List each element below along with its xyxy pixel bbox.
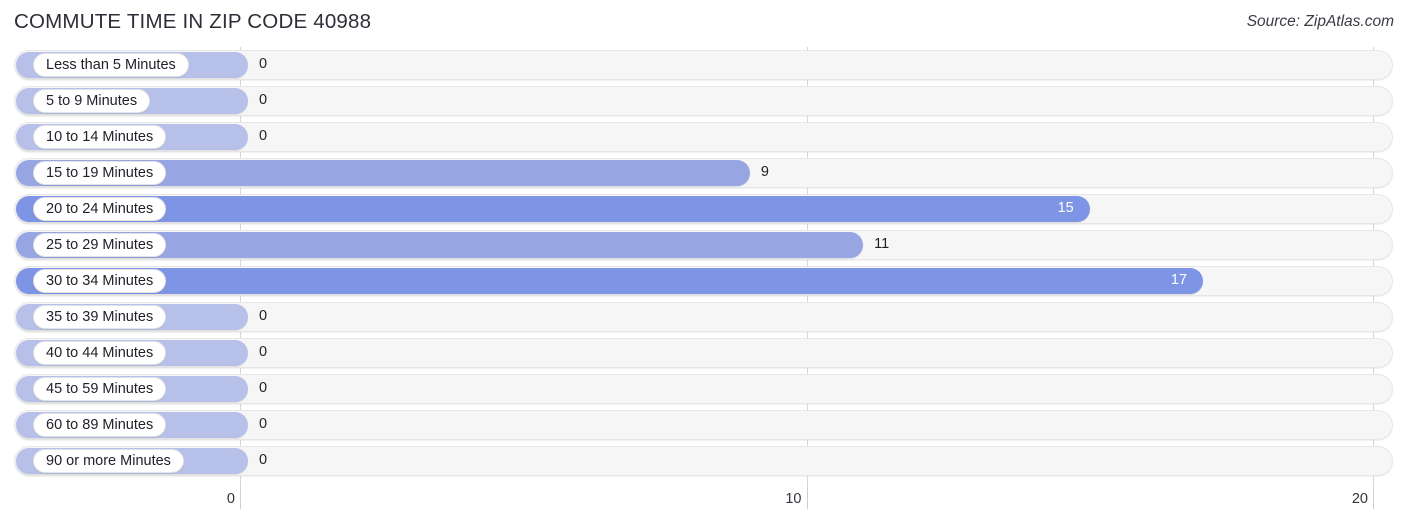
x-axis: 0 10 20 [0,487,1406,523]
category-label: 10 to 14 Minutes [46,128,154,145]
chart-row[interactable]: 15 to 19 Minutes 9 [0,155,1406,191]
category-label: 40 to 44 Minutes [46,344,154,361]
chart-row[interactable]: 60 to 89 Minutes 0 [0,407,1406,443]
category-label-pill: 35 to 39 Minutes [33,305,167,329]
bar-value-label: 0 [259,128,268,144]
x-tick-mark [240,487,241,509]
bar-value-label: 0 [259,380,268,396]
x-tick-label: 0 [226,491,235,507]
bar-value-label: 9 [760,164,769,180]
x-tick-mark [806,487,808,509]
chart-row[interactable]: 20 to 24 Minutes 15 [0,191,1406,227]
category-label: 20 to 24 Minutes [46,200,154,217]
category-label-pill: 10 to 14 Minutes [33,125,167,149]
bar-value-label: 0 [259,344,268,360]
chart-row[interactable]: 25 to 29 Minutes 11 [0,227,1406,263]
chart-row[interactable]: 35 to 39 Minutes 0 [0,299,1406,335]
bar-value-label: 0 [259,308,268,324]
bar-value-label: 15 [1057,200,1074,216]
category-label-pill: 60 to 89 Minutes [33,413,167,437]
category-label: Less than 5 Minutes [46,56,176,73]
page-title: COMMUTE TIME IN ZIP CODE 40988 [14,10,372,33]
bar-value-label: 0 [259,416,268,432]
category-label-pill: 90 or more Minutes [33,449,184,473]
category-label: 30 to 34 Minutes [46,272,154,289]
category-label-pill: 5 to 9 Minutes [33,89,151,113]
chart-row[interactable]: 90 or more Minutes 0 [0,443,1406,479]
category-label: 15 to 19 Minutes [46,164,154,181]
x-tick-mark [1373,487,1374,509]
x-tick-label: 20 [1351,491,1368,507]
chart-header: COMMUTE TIME IN ZIP CODE 40988 Source: Z… [0,0,1406,44]
chart-row[interactable]: Less than 5 Minutes 0 [0,47,1406,83]
category-label-pill: Less than 5 Minutes [33,53,189,77]
category-label-pill: 30 to 34 Minutes [33,269,167,293]
chart-row[interactable]: 40 to 44 Minutes 0 [0,335,1406,371]
category-label: 45 to 59 Minutes [46,380,154,397]
category-label-pill: 15 to 19 Minutes [33,161,167,185]
category-label-pill: 40 to 44 Minutes [33,341,167,365]
category-label: 35 to 39 Minutes [46,308,154,325]
bar[interactable] [16,268,1204,294]
category-label: 60 to 89 Minutes [46,416,154,433]
chart-row[interactable]: 45 to 59 Minutes 0 [0,371,1406,407]
bar-value-label: 0 [259,92,268,108]
chart-row[interactable]: 30 to 34 Minutes 17 [0,263,1406,299]
source-attribution: Source: ZipAtlas.com [1246,13,1394,30]
chart-plot-area: Less than 5 Minutes 0 5 to 9 Minutes 0 10 to… [0,47,1406,487]
bar-value-label: 17 [1170,272,1188,288]
x-tick-label: 10 [785,491,802,507]
chart-row[interactable]: 5 to 9 Minutes 0 [0,83,1406,119]
bar-value-label: 0 [259,452,268,468]
category-label-pill: 20 to 24 Minutes [33,197,167,221]
category-label: 90 or more Minutes [46,452,171,469]
category-label: 5 to 9 Minutes [46,92,138,109]
category-label-pill: 45 to 59 Minutes [33,377,167,401]
category-label-pill: 25 to 29 Minutes [33,233,167,257]
category-label: 25 to 29 Minutes [46,236,154,253]
bar-value-label: 11 [874,236,890,252]
bar-value-label: 0 [259,56,268,72]
bar[interactable] [16,196,1090,222]
chart-row[interactable]: 10 to 14 Minutes 0 [0,119,1406,155]
